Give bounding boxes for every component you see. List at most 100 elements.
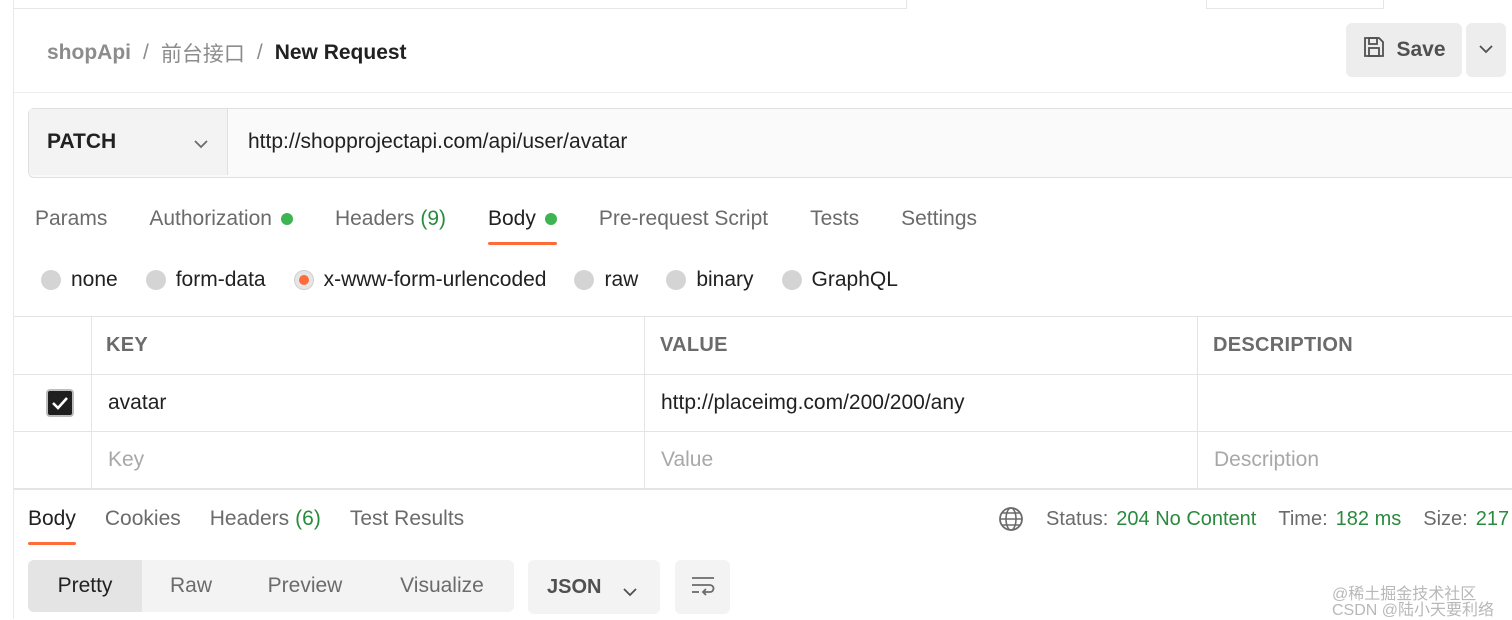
tab-tests[interactable]: Tests: [810, 206, 859, 232]
header-label: KEY: [106, 334, 149, 356]
key-input[interactable]: Key: [91, 431, 644, 488]
response-tabs: Body Cookies Headers (6) Test Results: [28, 506, 493, 545]
radio-label: binary: [696, 268, 754, 291]
description-cell[interactable]: [1197, 374, 1512, 431]
value-value: http://placeimg.com/200/200/any: [661, 390, 965, 414]
params-table: KEY VALUE DESCRIPTION avatar http://plac…: [14, 316, 1512, 488]
response-tab-body[interactable]: Body: [28, 506, 76, 545]
tab-count: (6): [295, 507, 321, 530]
radio-label: form-data: [175, 268, 266, 291]
tab-label: Body: [28, 507, 76, 530]
body-type-graphql[interactable]: GraphQL: [781, 268, 898, 292]
breadcrumb: shopApi / 前台接口 / New Request: [47, 38, 407, 68]
body-type-binary[interactable]: binary: [666, 268, 754, 292]
globe-icon[interactable]: [998, 506, 1024, 532]
header-label: VALUE: [660, 334, 728, 356]
tab-label: Params: [35, 207, 108, 230]
active-tab-indicator: [28, 542, 76, 545]
header-divider: [14, 92, 1512, 93]
tab-settings[interactable]: Settings: [901, 206, 977, 232]
tab-label: Test Results: [349, 507, 465, 530]
body-type-none[interactable]: none: [41, 268, 118, 292]
wrap-lines-button[interactable]: [675, 560, 730, 614]
save-label: Save: [1396, 38, 1446, 61]
format-pretty[interactable]: Pretty: [28, 560, 142, 612]
radio-button[interactable]: [574, 270, 595, 290]
table-header-row: KEY VALUE DESCRIPTION: [14, 317, 1512, 375]
status-value[interactable]: 204 No Content: [1116, 508, 1256, 531]
size-value[interactable]: 217: [1476, 508, 1509, 531]
request-tabs: Params Authorization Headers (9) Body Pre…: [35, 206, 1019, 246]
workspace-tab-left[interactable]: [14, 0, 907, 9]
radio-button[interactable]: [145, 270, 166, 290]
breadcrumb-separator: /: [256, 41, 263, 64]
body-type-raw[interactable]: raw: [574, 268, 638, 292]
format-visualize[interactable]: Visualize: [370, 560, 514, 612]
status-dot: [544, 213, 557, 225]
body-type-form-data[interactable]: form-data: [145, 268, 266, 292]
tab-params[interactable]: Params: [35, 206, 107, 232]
body-type-urlencoded[interactable]: x-www-form-urlencoded: [293, 268, 547, 292]
response-divider[interactable]: [14, 488, 1512, 490]
url-input[interactable]: http://shopprojectapi.com/api/user/avata…: [248, 130, 627, 154]
radio-button[interactable]: [781, 270, 802, 290]
placeholder: Key: [108, 447, 145, 471]
method-select[interactable]: PATCH: [29, 109, 228, 175]
chevron-down-icon: [193, 131, 209, 155]
response-tab-headers[interactable]: Headers (6): [210, 506, 321, 532]
tab-label: Body: [488, 207, 536, 230]
tab-label: Settings: [901, 207, 978, 230]
chevron-down-icon: [622, 580, 638, 603]
key-cell[interactable]: avatar: [91, 374, 644, 431]
status-dot: [280, 213, 293, 225]
radio-label: none: [71, 268, 118, 291]
tab-label: Pre-request Script: [598, 207, 769, 230]
workspace-tab-right[interactable]: [1206, 0, 1384, 9]
tab-pre-request-script[interactable]: Pre-request Script: [599, 206, 768, 232]
value-cell[interactable]: http://placeimg.com/200/200/any: [644, 374, 1197, 431]
value-input[interactable]: Value: [644, 431, 1197, 488]
breadcrumb-request-name[interactable]: New Request: [275, 41, 407, 65]
column-header-value: VALUE: [644, 317, 1197, 374]
save-icon: [1362, 35, 1386, 65]
radio-label: GraphQL: [811, 268, 898, 291]
breadcrumb-collection[interactable]: shopApi: [47, 41, 131, 65]
tab-authorization[interactable]: Authorization: [149, 206, 293, 232]
column-header-key: KEY: [91, 317, 644, 374]
response-tab-test-results[interactable]: Test Results: [350, 506, 464, 532]
language-label: JSON: [547, 575, 602, 598]
format-preview[interactable]: Preview: [240, 560, 370, 612]
breadcrumb-folder[interactable]: 前台接口: [161, 38, 245, 68]
tab-body[interactable]: Body: [488, 206, 557, 245]
chevron-down-icon: [1478, 41, 1494, 59]
table-row: avatar http://placeimg.com/200/200/any: [14, 374, 1512, 432]
save-button[interactable]: Save: [1346, 23, 1462, 77]
tab-label: Headers: [209, 507, 290, 530]
body-type-selector: none form-data x-www-form-urlencoded raw…: [41, 268, 926, 292]
tab-label: Tests: [810, 207, 860, 230]
column-header-description: DESCRIPTION: [1197, 317, 1512, 374]
method-label: PATCH: [47, 130, 117, 153]
tab-label: Authorization: [149, 207, 272, 230]
format-raw[interactable]: Raw: [142, 560, 240, 612]
placeholder: Value: [661, 447, 714, 471]
tab-label: Cookies: [104, 507, 181, 530]
row-checkbox[interactable]: [45, 388, 74, 417]
radio-label: raw: [604, 268, 639, 291]
time-label: Time:: [1278, 507, 1328, 530]
radio-button[interactable]: [666, 270, 687, 290]
response-tab-cookies[interactable]: Cookies: [105, 506, 181, 532]
time-value[interactable]: 182 ms: [1336, 508, 1402, 531]
radio-button[interactable]: [41, 270, 61, 290]
tab-headers[interactable]: Headers (9): [335, 206, 446, 232]
radio-button-selected[interactable]: [293, 270, 314, 290]
status-label: Status:: [1046, 507, 1109, 530]
active-tab-indicator: [488, 242, 557, 245]
language-select[interactable]: JSON: [528, 560, 660, 614]
table-row-empty: Key Value Description: [14, 431, 1512, 488]
radio-label: x-www-form-urlencoded: [323, 268, 547, 291]
watermark-line-2: CSDN @陆小天要利络: [1332, 602, 1495, 619]
description-input[interactable]: Description: [1197, 431, 1512, 488]
response-format-group: Pretty Raw Preview Visualize: [28, 560, 514, 612]
save-options-button[interactable]: [1466, 23, 1506, 77]
